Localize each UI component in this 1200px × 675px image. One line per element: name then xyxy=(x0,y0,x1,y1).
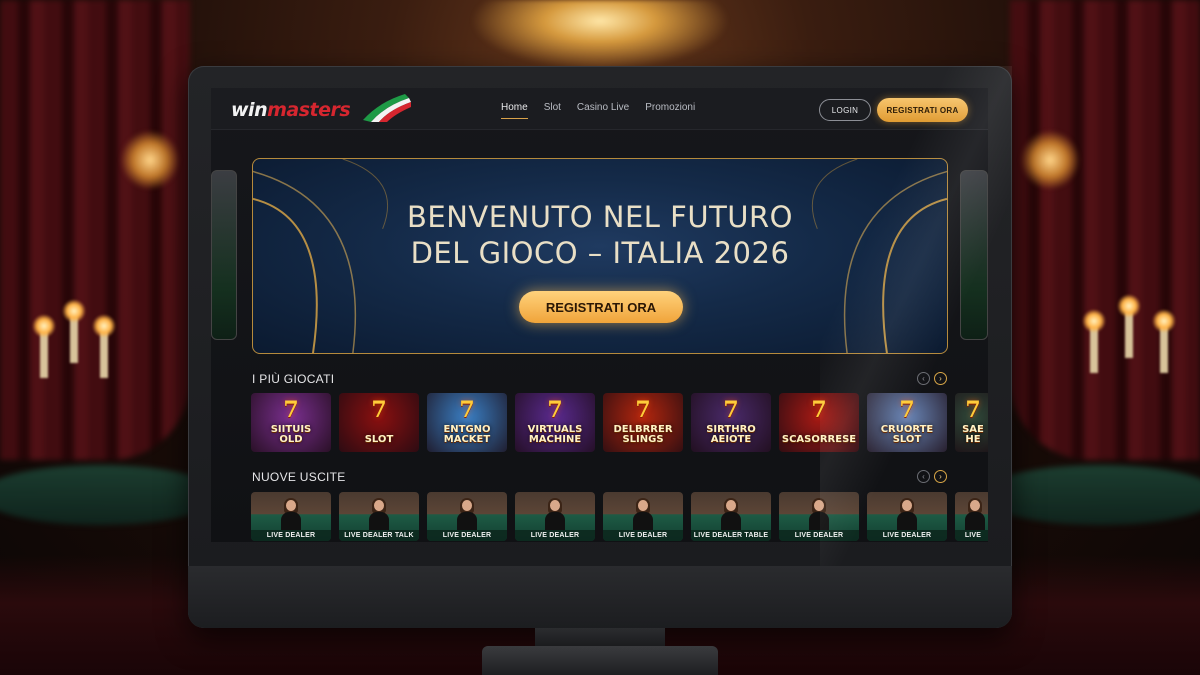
slot-symbol-icon: 7 xyxy=(547,397,563,423)
italian-flag-swoosh-icon xyxy=(363,94,411,122)
game-tile[interactable]: 7 SCASORRESE xyxy=(779,393,859,452)
live-tile-label: LIVE DEALER xyxy=(515,530,595,541)
live-tile-label: LIVE DEALER xyxy=(867,530,947,541)
game-tile[interactable]: 7 SIITUIS OLD xyxy=(251,393,331,452)
slot-symbol-icon: 7 xyxy=(635,397,651,423)
carousel-prev-slide[interactable] xyxy=(211,170,237,340)
casino-table xyxy=(980,465,1200,525)
logo-masters-text: masters xyxy=(267,99,351,121)
live-tile-label: LIVE DEALER xyxy=(779,530,859,541)
live-dealer-tile[interactable]: LIVE DEALER xyxy=(779,492,859,541)
logo-win-text: win xyxy=(231,99,268,121)
most-played-arrows: ‹ › xyxy=(917,372,947,385)
monitor-base xyxy=(482,646,718,675)
live-dealer-tile[interactable]: LIVE DEALER TALK xyxy=(339,492,419,541)
most-played-row: 7 SIITUIS OLD 7 SLOT 7 ENTGNO MACKET 7 VIRTUALS… xyxy=(251,393,988,452)
slot-symbol-icon: 7 xyxy=(899,397,915,423)
game-tile-title: SLOT xyxy=(364,434,394,445)
dealer-figure xyxy=(721,498,741,530)
dealer-figure xyxy=(369,498,389,530)
dealer-figure xyxy=(809,498,829,530)
nav-promozioni[interactable]: Promozioni xyxy=(645,102,695,119)
curtain-left xyxy=(0,0,190,460)
live-tile-label: LIVE DEALER xyxy=(251,530,331,541)
website-screen: winmasters Home Slot Casino Live Promozi… xyxy=(211,88,988,542)
dealer-figure xyxy=(545,498,565,530)
chevron-left-icon[interactable]: ‹ xyxy=(917,372,930,385)
game-tile-title: SIITUIS OLD xyxy=(270,424,312,445)
main-nav: Home Slot Casino Live Promozioni xyxy=(501,102,695,119)
monitor-chin xyxy=(188,566,1012,628)
hero-title-line2: DEL GIOCO – ITALIA 2026 xyxy=(410,236,790,270)
dealer-figure xyxy=(965,498,985,530)
new-releases-arrows: ‹ › xyxy=(917,470,947,483)
game-tile-title: SAE HE xyxy=(962,424,984,445)
candle xyxy=(1117,294,1141,358)
chevron-left-icon[interactable]: ‹ xyxy=(917,470,930,483)
login-button[interactable]: LOGIN xyxy=(819,99,871,121)
live-dealer-tile[interactable]: LIVE DEALER xyxy=(515,492,595,541)
game-tile[interactable]: 7 ENTGNO MACKET xyxy=(427,393,507,452)
slot-symbol-icon: 7 xyxy=(965,397,981,423)
dealer-figure xyxy=(457,498,477,530)
slot-symbol-icon: 7 xyxy=(723,397,739,423)
chandelier xyxy=(470,0,730,70)
hero-title: BENVENUTO NEL FUTURO DEL GIOCO – ITALIA … xyxy=(253,199,947,271)
candle xyxy=(32,314,56,378)
nav-home[interactable]: Home xyxy=(501,102,528,119)
chevron-right-icon[interactable]: › xyxy=(934,470,947,483)
hero-register-button[interactable]: REGISTRATI ORA xyxy=(519,291,683,323)
chevron-right-icon[interactable]: › xyxy=(934,372,947,385)
candle xyxy=(1082,309,1106,373)
live-dealer-tile[interactable]: LIVE DEALER xyxy=(251,492,331,541)
game-tile[interactable]: 7 VIRTUALS MACHINE xyxy=(515,393,595,452)
game-tile[interactable]: 7 SLOT xyxy=(339,393,419,452)
game-tile-title: SCASORRESE xyxy=(781,434,857,445)
candle xyxy=(62,299,86,363)
candle xyxy=(1152,309,1176,373)
live-dealer-tile[interactable]: LIVE xyxy=(955,492,988,541)
game-tile-title: DELBRRER SLINGS xyxy=(613,424,673,445)
game-tile[interactable]: 7 CRUORTE SLOT xyxy=(867,393,947,452)
winmasters-logo[interactable]: winmasters xyxy=(231,94,411,124)
live-tile-label: LIVE DEALER TALK xyxy=(339,530,419,541)
dealer-figure xyxy=(633,498,653,530)
live-tile-label: LIVE xyxy=(955,530,988,541)
slot-symbol-icon: 7 xyxy=(371,397,387,423)
new-releases-row: LIVE DEALER LIVE DEALER TALK LIVE DEALER LI… xyxy=(251,492,988,541)
wall-lamp xyxy=(120,130,180,190)
dealer-figure xyxy=(281,498,301,530)
carousel-next-slide[interactable] xyxy=(960,170,988,340)
game-tile[interactable]: 7 SIRTHRO AEIOTE xyxy=(691,393,771,452)
live-tile-label: LIVE DEALER TABLE xyxy=(691,530,771,541)
live-dealer-tile[interactable]: LIVE DEALER xyxy=(867,492,947,541)
live-dealer-tile[interactable]: LIVE DEALER TABLE xyxy=(691,492,771,541)
game-tile-title: SIRTHRO AEIOTE xyxy=(706,424,756,445)
wall-lamp xyxy=(1020,130,1080,190)
dealer-figure xyxy=(897,498,917,530)
casino-table xyxy=(0,465,220,525)
live-tile-label: LIVE DEALER xyxy=(427,530,507,541)
candle xyxy=(92,314,116,378)
live-dealer-tile[interactable]: LIVE DEALER xyxy=(603,492,683,541)
nav-casino-live[interactable]: Casino Live xyxy=(577,102,629,119)
hero-title-line1: BENVENUTO NEL FUTURO xyxy=(407,200,793,234)
game-tile[interactable]: 7 DELBRRER SLINGS xyxy=(603,393,683,452)
game-tile-title: VIRTUALS MACHINE xyxy=(527,424,583,445)
slot-symbol-icon: 7 xyxy=(811,397,827,423)
top-navbar: winmasters Home Slot Casino Live Promozi… xyxy=(211,88,988,130)
new-releases-title: NUOVE USCITE xyxy=(252,470,346,484)
nav-slot[interactable]: Slot xyxy=(544,102,561,119)
hero-banner: BENVENUTO NEL FUTURO DEL GIOCO – ITALIA … xyxy=(252,158,948,354)
game-tile-title: CRUORTE SLOT xyxy=(880,424,934,445)
curtain-right xyxy=(1010,0,1200,460)
live-dealer-tile[interactable]: LIVE DEALER xyxy=(427,492,507,541)
register-button-top[interactable]: REGISTRATI ORA xyxy=(877,98,968,122)
game-tile-title: ENTGNO MACKET xyxy=(443,424,491,445)
most-played-title: I PIÙ GIOCATI xyxy=(252,372,335,386)
live-tile-label: LIVE DEALER xyxy=(603,530,683,541)
game-tile[interactable]: 7 SAE HE xyxy=(955,393,988,452)
slot-symbol-icon: 7 xyxy=(459,397,475,423)
slot-symbol-icon: 7 xyxy=(283,397,299,423)
